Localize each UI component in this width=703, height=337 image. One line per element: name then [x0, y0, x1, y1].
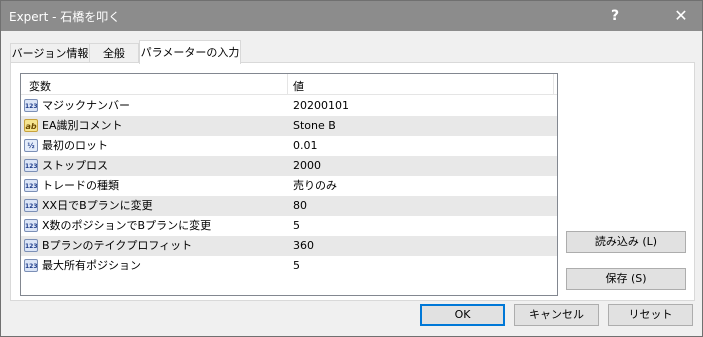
- parameter-value[interactable]: 5: [293, 256, 300, 276]
- parameter-row[interactable]: 123 XX日でBプランに変更 80: [21, 196, 557, 216]
- column-divider[interactable]: [553, 74, 554, 94]
- parameter-name: 最初のロット: [42, 139, 108, 152]
- column-header-variable[interactable]: 変数: [29, 78, 51, 94]
- parameter-row[interactable]: 123 最大所有ポジション 5: [21, 256, 557, 276]
- parameter-name: マジックナンバー: [42, 99, 130, 112]
- parameter-row[interactable]: 123 X数のポジションでBプランに変更 5: [21, 216, 557, 236]
- parameter-row[interactable]: ½ 最初のロット 0.01: [21, 136, 557, 156]
- 123-integer-icon: 123: [24, 199, 38, 212]
- parameter-value[interactable]: 0.01: [293, 136, 318, 156]
- parameter-name: Bプランのテイクプロフィット: [42, 239, 193, 252]
- 123-integer-icon: 123: [24, 159, 38, 172]
- parameter-row[interactable]: 123 トレードの種類 売りのみ: [21, 176, 557, 196]
- window-title: Expert - 石橋を叩く: [9, 10, 121, 24]
- parameter-name: ストップロス: [42, 159, 108, 172]
- save-button[interactable]: 保存 (S): [566, 268, 686, 290]
- parameter-value[interactable]: 売りのみ: [293, 176, 337, 196]
- parameter-value[interactable]: 80: [293, 196, 307, 216]
- title-bar[interactable]: Expert - 石橋を叩く ? ✕: [1, 1, 702, 31]
- parameter-value[interactable]: 2000: [293, 156, 321, 176]
- 123-integer-icon: 123: [24, 239, 38, 252]
- parameter-rows: 123 マジックナンバー 20200101 ab EA識別コメント Stone B ½ 最初の…: [21, 96, 557, 276]
- parameter-name: EA識別コメント: [42, 119, 123, 132]
- parameter-grid[interactable]: 変数 値 123 マジックナンバー 20200101 ab EA識別コメント Stone …: [20, 73, 558, 296]
- tab-general[interactable]: 全般: [89, 43, 139, 64]
- parameter-name: 最大所有ポジション: [42, 259, 141, 272]
- tab-panel: 変数 値 123 マジックナンバー 20200101 ab EA識別コメント Stone …: [10, 62, 695, 301]
- close-button[interactable]: ✕: [661, 1, 701, 31]
- parameter-row[interactable]: 123 ストップロス 2000: [21, 156, 557, 176]
- tab-input-parameters[interactable]: パラメーターの入力: [139, 40, 241, 64]
- 123-integer-icon: 123: [24, 99, 38, 112]
- help-button[interactable]: ?: [598, 1, 632, 31]
- 123-integer-icon: 123: [24, 179, 38, 192]
- parameter-value[interactable]: Stone B: [293, 116, 336, 136]
- 123-integer-icon: 123: [24, 219, 38, 232]
- column-divider[interactable]: [287, 74, 288, 94]
- fraction-double-icon: ½: [24, 139, 38, 152]
- ab-string-icon: ab: [24, 119, 38, 132]
- expert-properties-dialog: Expert - 石橋を叩く ? ✕ バージョン情報 全般 パラメーターの入力 …: [0, 0, 703, 337]
- parameter-name: XX日でBプランに変更: [42, 199, 153, 212]
- parameter-value[interactable]: 360: [293, 236, 314, 256]
- load-button[interactable]: 読み込み (L): [566, 231, 686, 253]
- parameter-value[interactable]: 5: [293, 216, 300, 236]
- parameter-row[interactable]: 123 マジックナンバー 20200101: [21, 96, 557, 116]
- parameter-name: X数のポジションでBプランに変更: [42, 219, 212, 232]
- 123-integer-icon: 123: [24, 259, 38, 272]
- reset-button[interactable]: リセット: [608, 304, 693, 326]
- parameter-row[interactable]: ab EA識別コメント Stone B: [21, 116, 557, 136]
- tab-version-info[interactable]: バージョン情報: [10, 43, 90, 64]
- grid-header: 変数 値: [21, 74, 557, 95]
- ok-button[interactable]: OK: [420, 304, 505, 326]
- parameter-name: トレードの種類: [42, 179, 119, 192]
- parameter-value[interactable]: 20200101: [293, 96, 349, 116]
- column-header-value[interactable]: 値: [293, 78, 304, 94]
- parameter-row[interactable]: 123 Bプランのテイクプロフィット 360: [21, 236, 557, 256]
- cancel-button[interactable]: キャンセル: [514, 304, 599, 326]
